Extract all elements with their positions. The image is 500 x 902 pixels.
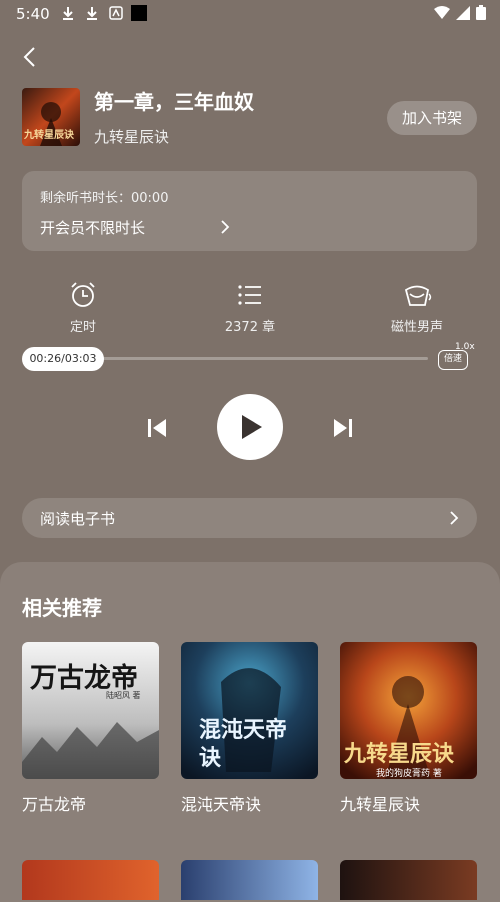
recommendations-title: 相关推荐 bbox=[22, 596, 102, 620]
chevron-right-icon bbox=[450, 511, 459, 525]
status-time: 5:40 bbox=[16, 5, 50, 23]
recommendation-cover[interactable] bbox=[22, 860, 159, 900]
add-to-shelf-button[interactable]: 加入书架 bbox=[387, 101, 477, 135]
next-chapter-button[interactable] bbox=[332, 416, 354, 440]
chapters-button[interactable]: 2372 章 bbox=[190, 280, 310, 335]
status-bar: 5:40 bbox=[0, 0, 500, 28]
recommendation-card[interactable]: 万古龙帝 陆昭风 著 万古龙帝 bbox=[22, 642, 159, 815]
timer-label: 定时 bbox=[69, 320, 96, 335]
chapter-title: 第一章，三年血奴 bbox=[94, 90, 254, 114]
recommendation-cover: 混沌天帝诀 bbox=[181, 642, 318, 779]
recommendation-title: 混沌天帝诀 bbox=[181, 795, 262, 814]
recommendation-card[interactable]: 混沌天帝诀 混沌天帝诀 bbox=[181, 642, 318, 815]
read-ebook-button[interactable]: 阅读电子书 bbox=[22, 498, 477, 538]
voice-label: 磁性男声 bbox=[390, 320, 443, 335]
play-icon bbox=[242, 415, 262, 439]
speed-label: 倍速 bbox=[438, 350, 468, 370]
speed-button[interactable]: 倍速 1.0x bbox=[436, 342, 476, 374]
book-name[interactable]: 九转星辰诀 bbox=[94, 126, 169, 147]
vip-card: 剩余听书时长：00:00 开会员不限时长 bbox=[22, 171, 477, 251]
recommendation-cover[interactable] bbox=[340, 860, 477, 900]
notification-square-icon bbox=[131, 5, 147, 21]
next-icon bbox=[334, 419, 352, 437]
download-icon bbox=[87, 7, 97, 20]
play-button[interactable] bbox=[217, 394, 283, 460]
headphones-icon bbox=[404, 285, 432, 306]
back-icon bbox=[23, 47, 35, 67]
prev-icon bbox=[148, 419, 166, 437]
cover-thumb-text: 九转星辰诀 bbox=[24, 130, 74, 141]
list-icon bbox=[238, 285, 261, 305]
recommendations-sheet: 相关推荐 万古龙帝 陆昭风 著 万古龙帝 混沌天帝诀 混沌天帝诀 九转星辰诀 我… bbox=[0, 562, 500, 902]
chevron-right-icon[interactable] bbox=[218, 219, 232, 235]
recommendation-cover: 九转星辰诀 我的狗皮膏药 著 bbox=[340, 642, 477, 779]
recommendation-card[interactable]: 九转星辰诀 我的狗皮膏药 著 九转星辰诀 bbox=[340, 642, 477, 815]
status-right bbox=[434, 5, 486, 20]
cover-author-text: 我的狗皮膏药 著 bbox=[376, 769, 442, 779]
alarm-icon bbox=[71, 282, 95, 307]
back-button[interactable] bbox=[20, 46, 42, 68]
remaining-time-label: 剩余听书时长：00:00 bbox=[40, 191, 169, 206]
cover-title-text: 混沌天帝诀 bbox=[199, 717, 288, 771]
recommendation-cover[interactable] bbox=[181, 860, 318, 900]
speed-value: 1.0x bbox=[455, 342, 475, 352]
wifi-icon bbox=[434, 5, 450, 19]
cover-title-text: 九转星辰诀 bbox=[344, 741, 455, 767]
recommendation-title: 万古龙帝 bbox=[22, 795, 87, 814]
recommendation-cover: 万古龙帝 陆昭风 著 bbox=[22, 642, 159, 779]
chapters-count-label: 2372 章 bbox=[224, 320, 276, 335]
app-notification-icon bbox=[109, 6, 123, 20]
read-ebook-label: 阅读电子书 bbox=[40, 510, 116, 528]
vip-unlimited-link[interactable]: 开会员不限时长 bbox=[40, 217, 145, 238]
download-icon bbox=[63, 7, 73, 20]
voice-button[interactable]: 磁性男声 bbox=[357, 280, 477, 335]
progress-thumb[interactable]: 00:26/03:03 bbox=[22, 347, 104, 371]
recommendation-title: 九转星辰诀 bbox=[340, 795, 421, 814]
cover-author-text: 陆昭风 著 bbox=[106, 691, 141, 700]
previous-chapter-button[interactable] bbox=[146, 416, 168, 440]
battery-icon bbox=[476, 5, 486, 20]
book-cover-thumbnail: 九转星辰诀 bbox=[22, 88, 80, 146]
timer-button[interactable]: 定时 bbox=[23, 280, 143, 335]
signal-icon bbox=[456, 5, 470, 20]
progress-track[interactable] bbox=[96, 357, 428, 360]
